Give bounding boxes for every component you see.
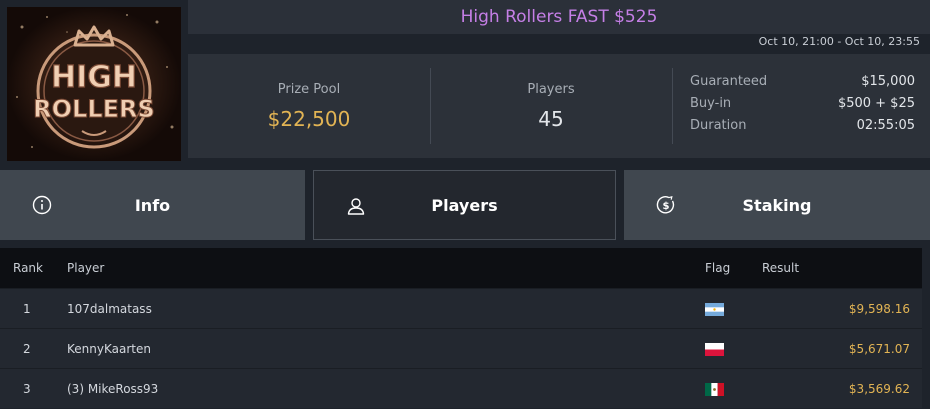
tournament-details: Guaranteed $15,000 Buy-in $500 + $25 Dur… [672, 54, 930, 158]
detail-row-duration: Duration 02:55:05 [690, 118, 915, 140]
tournament-logo: HIGH ROLLERS [7, 7, 181, 161]
row-result: $9,598.16 [848, 301, 910, 316]
info-icon [32, 195, 52, 215]
tournament-datetime: Oct 10, 21:00 - Oct 10, 23:55 [758, 35, 920, 48]
row-rank: 3 [23, 381, 31, 396]
detail-row-buy-in: Buy-in $500 + $25 [690, 96, 915, 118]
logo-text-high: HIGH [51, 60, 137, 95]
header-rank[interactable]: Rank [0, 261, 57, 275]
row-player: 107dalmatass [67, 301, 152, 316]
table-row[interactable]: 1 107dalmatass $9,598.16 [0, 288, 922, 328]
tab-staking[interactable]: $ Staking [624, 170, 930, 240]
players-stat: Players 45 [430, 54, 672, 158]
table-header: Rank Player Flag Result [0, 248, 922, 288]
detail-value: $15,000 [861, 74, 915, 89]
players-value: 45 [538, 106, 564, 131]
table-row[interactable]: 2 KennyKaarten $5,671.07 [0, 328, 922, 368]
title-bar: High Rollers FAST $525 [188, 0, 930, 34]
row-rank: 2 [23, 341, 31, 356]
detail-key: Duration [690, 118, 747, 133]
header-result[interactable]: Result [752, 261, 922, 275]
tab-bar: Info Players $ Staking [0, 170, 930, 240]
prize-pool-label: Prize Pool [277, 81, 341, 97]
players-label: Players [527, 81, 575, 97]
row-player: (3) MikeRoss93 [67, 381, 159, 396]
tab-info[interactable]: Info [0, 170, 305, 240]
poland-flag-icon [705, 342, 724, 356]
header-flag[interactable]: Flag [705, 261, 752, 275]
user-icon [346, 196, 366, 216]
players-table: Rank Player Flag Result 1 107dalmatass $… [0, 248, 922, 408]
svg-text:$: $ [663, 201, 670, 212]
detail-row-guaranteed: Guaranteed $15,000 [690, 74, 915, 96]
detail-key: Buy-in [690, 96, 732, 111]
tournament-summary: Prize Pool $22,500 Players 45 Guaranteed… [188, 54, 930, 158]
table-row[interactable]: 3 (3) MikeRoss93 $3,569.62 [0, 368, 922, 408]
tab-players[interactable]: Players [313, 170, 616, 240]
detail-value: 02:55:05 [856, 118, 915, 133]
detail-value: $500 + $25 [837, 96, 915, 111]
tournament-title: High Rollers FAST $525 [460, 7, 658, 27]
tab-staking-label: Staking [742, 195, 812, 215]
tab-players-label: Players [431, 195, 498, 215]
dollar-coin-icon: $ [656, 195, 676, 215]
prize-pool-value: $22,500 [267, 106, 351, 131]
tab-info-label: Info [134, 195, 171, 215]
row-result: $5,671.07 [848, 341, 910, 356]
argentina-flag-icon [705, 302, 724, 316]
header-player[interactable]: Player [57, 261, 705, 275]
flag-cell [705, 342, 752, 356]
row-player: KennyKaarten [67, 341, 151, 356]
mexico-flag-icon [705, 382, 724, 396]
flag-cell [705, 302, 752, 316]
high-rollers-logo-image: HIGH ROLLERS [7, 7, 181, 161]
row-rank: 1 [23, 301, 31, 316]
detail-key: Guaranteed [690, 74, 768, 89]
flag-cell [705, 382, 752, 396]
prize-pool-stat: Prize Pool $22,500 [188, 54, 430, 158]
row-result: $3,569.62 [848, 381, 910, 396]
logo-text-rollers: ROLLERS [33, 95, 155, 123]
